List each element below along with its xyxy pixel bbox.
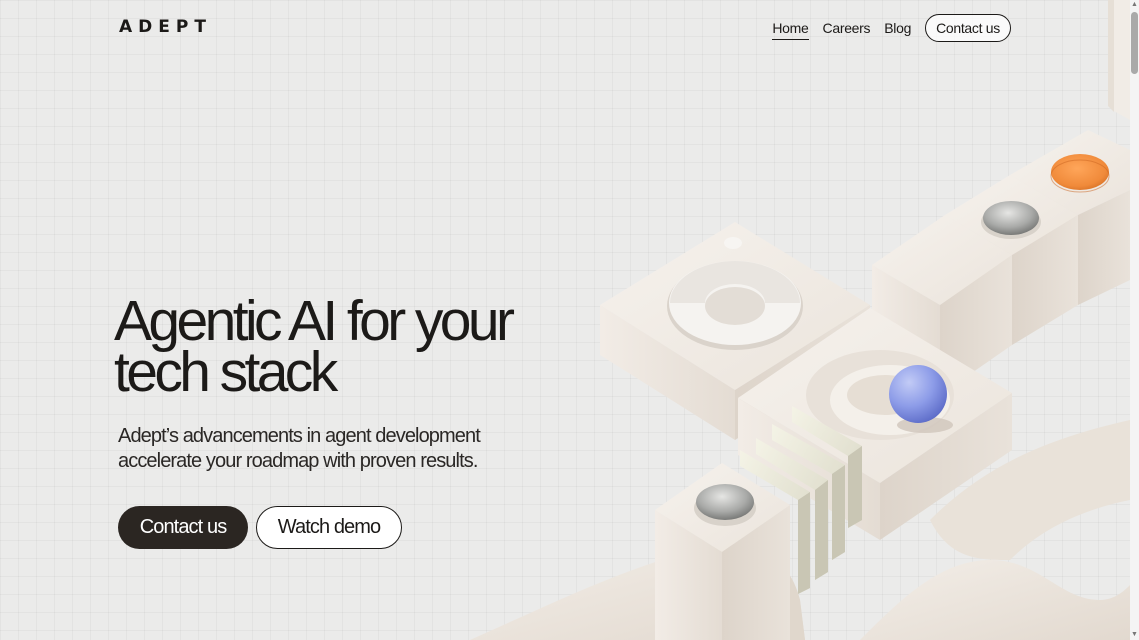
nav-careers[interactable]: Careers [823,17,871,39]
far-right-column [1108,0,1130,120]
contact-us-button[interactable]: Contact us [118,506,248,549]
logo[interactable]: ADEPT [119,17,212,37]
orange-disc-icon [1051,154,1109,190]
blue-sphere-icon [889,365,947,423]
knob-icon [724,237,742,249]
nav-contact-button[interactable]: Contact us [925,14,1011,42]
hero-subtitle-line2: accelerate your roadmap with proven resu… [118,450,478,472]
scroll-down-icon[interactable]: ▼ [1131,631,1138,639]
page: ADEPT Home Careers Blog Contact us Agent… [0,0,1139,640]
ring-dial-icon [667,261,803,350]
steel-disc-icon [983,201,1039,235]
cta-row: Contact us Watch demo [118,506,402,549]
scrollbar[interactable]: ▲ ▼ [1130,0,1139,640]
hero-subtitle: Adept’s advancements in agent developmen… [118,424,498,474]
steel-disc-icon-front [696,484,754,520]
main-nav: Home Careers Blog Contact us [772,14,1011,42]
watch-demo-button[interactable]: Watch demo [256,506,402,549]
hero-title: Agentic AI for your tech stack [114,293,534,401]
scroll-up-icon[interactable]: ▲ [1131,1,1138,9]
block-front-steel [655,463,790,640]
nav-blog[interactable]: Blog [884,17,911,39]
hero-subtitle-line1: Adept’s advancements in agent developmen… [118,425,481,447]
nav-home[interactable]: Home [772,17,809,40]
scrollbar-thumb[interactable] [1131,12,1138,74]
hero-title-line2: tech stack [114,340,338,404]
